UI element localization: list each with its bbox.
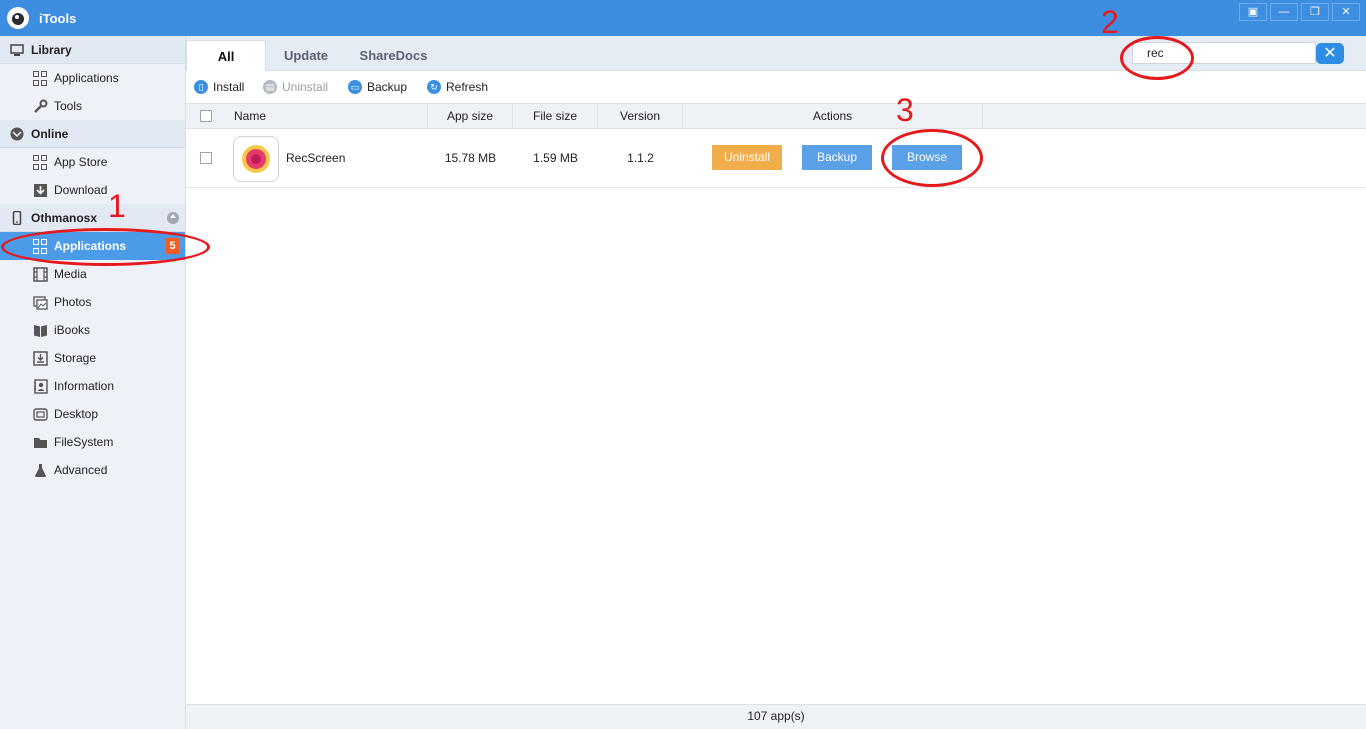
online-icon — [10, 127, 24, 141]
refresh-label: Refresh — [446, 80, 489, 94]
photo-icon — [33, 296, 48, 310]
sidebar-section-label: Library — [31, 43, 72, 57]
sidebar-item-label: Photos — [54, 295, 92, 309]
sidebar-section-label: Online — [31, 127, 69, 141]
backup-icon: ▭ — [348, 80, 362, 94]
sidebar-section-label: Othmanosx — [31, 211, 98, 225]
sidebar-item-label: App Store — [54, 155, 108, 169]
install-label: Install — [213, 80, 245, 94]
column-app-size[interactable]: App size — [428, 104, 513, 128]
install-icon: ▯ — [194, 80, 208, 94]
tab-update[interactable]: Update — [266, 40, 346, 71]
sidebar: Library Applications Tools Online App St… — [0, 36, 186, 729]
sidebar-item-label: Desktop — [54, 407, 99, 421]
backup-button[interactable]: Backup — [802, 145, 872, 170]
phone-icon — [12, 211, 22, 225]
annotation-number-2: 2 — [1101, 4, 1119, 40]
toolbar: ▯ Install ▤ Uninstall ▭ Backup ↻ Refresh — [186, 71, 1366, 103]
window-controls: ▣ — ❐ ✕ — [1236, 3, 1360, 21]
status-bar: 107 app(s) — [186, 704, 1366, 729]
grid-icon — [33, 71, 48, 86]
itools-logo-icon — [7, 7, 29, 29]
storage-icon — [33, 351, 48, 366]
sidebar-item-label: Storage — [54, 351, 97, 365]
grid-icon — [33, 155, 48, 170]
annotation-ellipse-3 — [881, 129, 983, 187]
annotation-ellipse-1 — [1, 228, 210, 266]
column-version[interactable]: Version — [598, 104, 683, 128]
app-count: 107 app(s) — [747, 709, 805, 723]
sidebar-item-ibooks[interactable]: iBooks — [0, 316, 185, 344]
tab-sharedocs[interactable]: ShareDocs — [346, 40, 441, 71]
flask-icon — [35, 464, 46, 477]
sidebar-item-app-store[interactable]: App Store — [0, 148, 185, 176]
sidebar-section-online[interactable]: Online — [0, 120, 185, 148]
desktop-icon — [33, 408, 48, 421]
sidebar-item-library-applications[interactable]: Applications — [0, 64, 185, 92]
tab-all[interactable]: All — [186, 40, 266, 71]
recscreen-app-icon — [233, 136, 279, 182]
sidebar-item-label: iBooks — [54, 323, 91, 337]
sidebar-item-filesystem[interactable]: FileSystem — [0, 428, 185, 456]
backup-toolbar-button[interactable]: ▭ Backup — [348, 79, 407, 95]
sidebar-item-label: Media — [54, 267, 87, 281]
table-row[interactable]: RecScreen 15.78 MB 1.59 MB 1.1.2 Uninsta… — [186, 129, 1366, 188]
sidebar-item-storage[interactable]: Storage — [0, 344, 185, 372]
install-button[interactable]: ▯ Install — [194, 79, 244, 95]
uninstall-label: Uninstall — [282, 80, 329, 94]
table-header: Name App size File size Version Actions — [186, 103, 1366, 129]
app-version: 1.1.2 — [627, 151, 654, 165]
minimize-button[interactable]: — — [1270, 3, 1298, 21]
sidebar-item-label: FileSystem — [54, 435, 114, 449]
sidebar-item-label: Advanced — [54, 463, 108, 477]
file-size: 1.59 MB — [533, 151, 578, 165]
sidebar-item-advanced[interactable]: Advanced — [0, 456, 185, 484]
trash-icon: ▤ — [263, 80, 277, 94]
monitor-icon — [10, 44, 24, 56]
close-button[interactable]: ✕ — [1332, 3, 1360, 21]
sidebar-item-photos[interactable]: Photos — [0, 288, 185, 316]
eject-icon[interactable] — [167, 212, 179, 224]
column-name[interactable]: Name — [226, 104, 428, 128]
sidebar-item-download[interactable]: Download — [0, 176, 185, 204]
maximize-button[interactable]: ❐ — [1301, 3, 1329, 21]
app-name: RecScreen — [286, 151, 346, 165]
backup-label: Backup — [367, 80, 408, 94]
annotation-number-3: 3 — [896, 92, 914, 128]
sidebar-item-desktop[interactable]: Desktop — [0, 400, 185, 428]
annotation-ellipse-2 — [1120, 36, 1194, 80]
refresh-button[interactable]: ↻ Refresh — [427, 79, 488, 95]
film-icon — [33, 267, 48, 282]
app-title: iTools — [39, 11, 77, 26]
column-file-size[interactable]: File size — [513, 104, 598, 128]
sidebar-item-information[interactable]: Information — [0, 372, 185, 400]
book-icon — [34, 325, 47, 337]
skin-button[interactable]: ▣ — [1239, 3, 1267, 21]
app-size: 15.78 MB — [444, 151, 497, 165]
column-actions: Actions — [683, 104, 983, 128]
contact-icon — [34, 379, 48, 394]
select-all-checkbox[interactable] — [200, 110, 212, 122]
sidebar-item-label: Information — [54, 379, 115, 393]
folder-icon — [34, 438, 47, 448]
sidebar-section-library[interactable]: Library — [0, 36, 185, 64]
download-icon — [34, 184, 47, 197]
sidebar-item-label: Download — [54, 183, 108, 197]
sidebar-item-label: Applications — [54, 71, 119, 85]
annotation-number-1: 1 — [108, 188, 126, 224]
search-clear-button[interactable]: ✕ — [1316, 43, 1344, 64]
wrench-icon — [34, 99, 48, 113]
sidebar-item-tools[interactable]: Tools — [0, 92, 185, 120]
refresh-icon: ↻ — [427, 80, 441, 94]
sidebar-item-label: Tools — [54, 99, 83, 113]
title-bar: iTools ▣ — ❐ ✕ — [0, 0, 1366, 36]
row-checkbox[interactable] — [200, 152, 212, 164]
uninstall-toolbar-button[interactable]: ▤ Uninstall — [263, 79, 328, 95]
uninstall-button[interactable]: Uninstall — [712, 145, 782, 170]
